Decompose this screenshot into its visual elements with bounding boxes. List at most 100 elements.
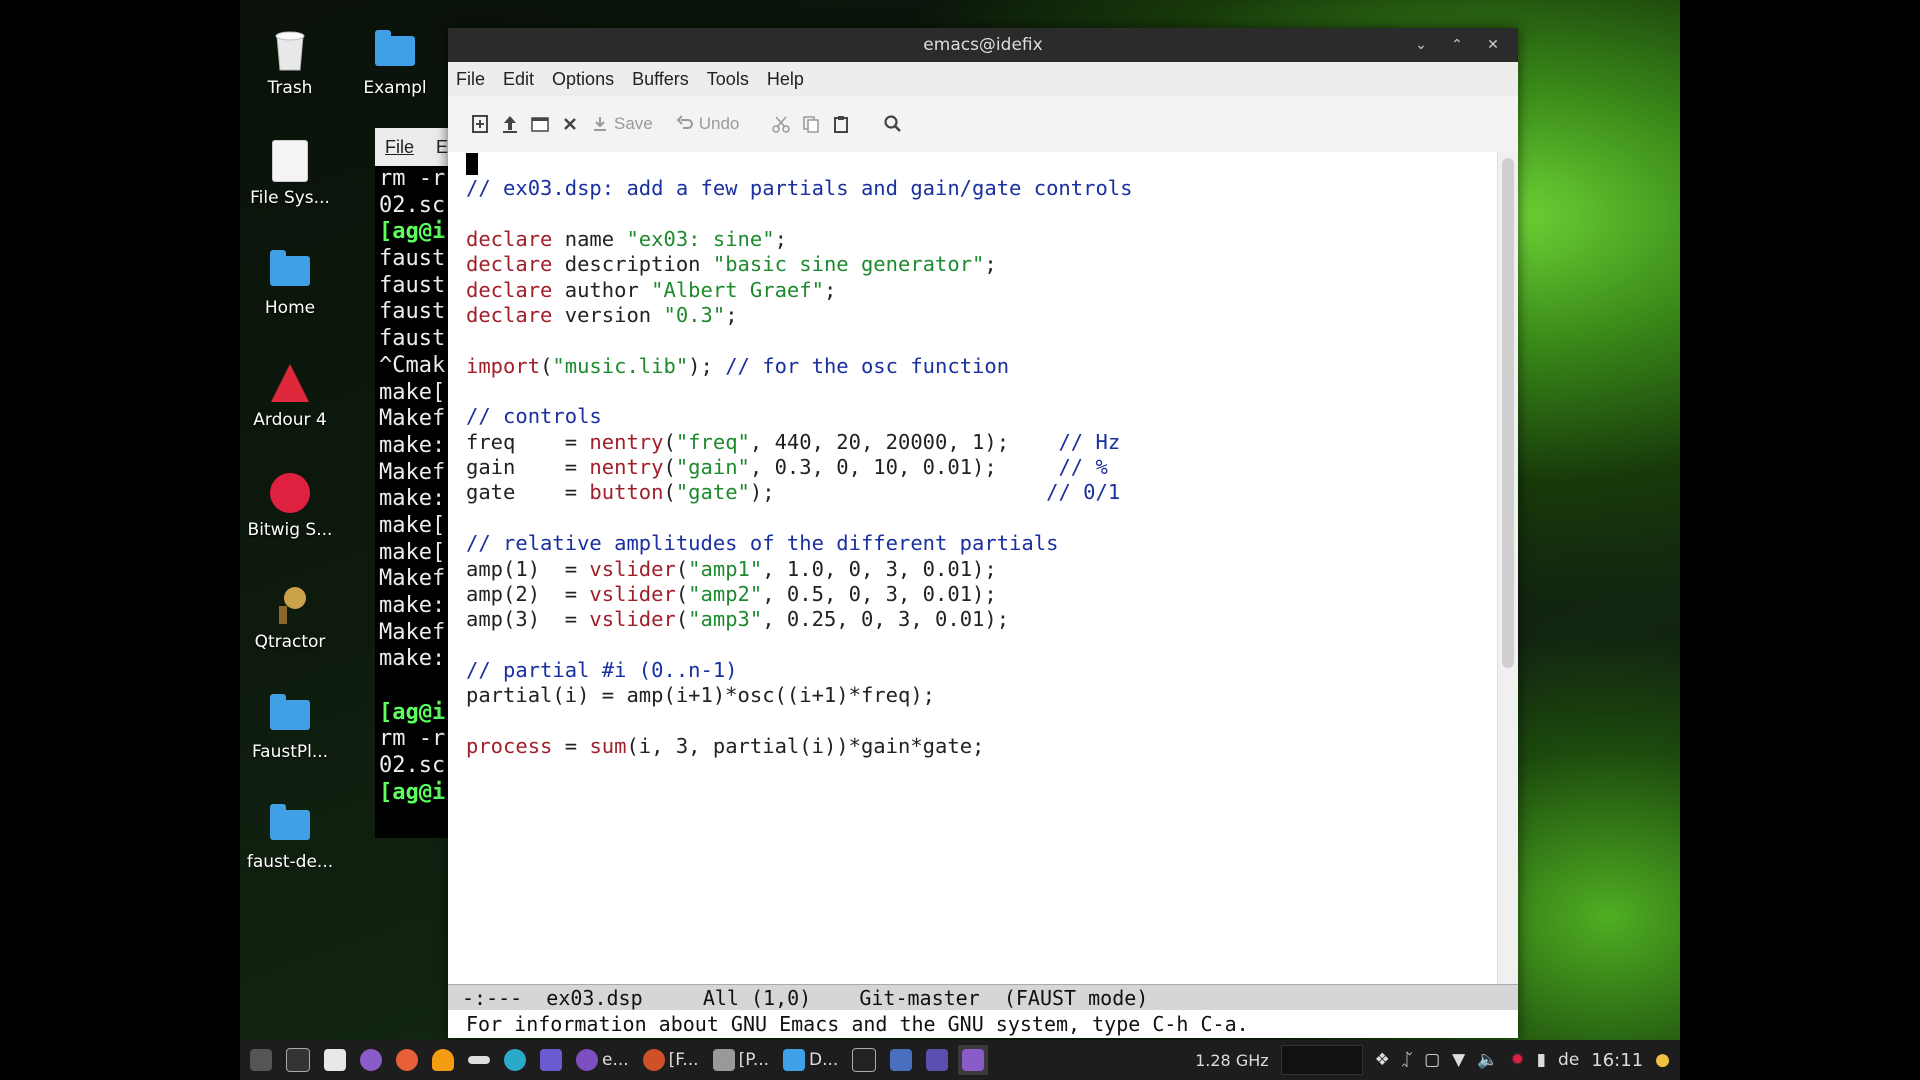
desktop-icon-examples[interactable]: Exampl <box>340 30 450 98</box>
undo-button[interactable]: Undo <box>675 109 740 139</box>
cpu-frequency: 1.28 GHz <box>1195 1050 1269 1070</box>
taskbar-item-window[interactable] <box>922 1045 952 1075</box>
emacs-menubar: File Edit Options Buffers Tools Help <box>448 62 1518 96</box>
taskbar-item-firefox[interactable]: [F... <box>639 1045 703 1075</box>
undo-label: Undo <box>698 114 740 133</box>
menu-tools[interactable]: Tools <box>707 69 749 90</box>
clipboard-icon[interactable]: ▢ <box>1424 1050 1440 1070</box>
audio-app-icon[interactable] <box>464 1045 494 1075</box>
open-file-icon[interactable] <box>500 109 520 139</box>
taskbar-item-files[interactable]: D... <box>779 1045 842 1075</box>
menu-help[interactable]: Help <box>767 69 804 90</box>
desktop-icon-faust-demos[interactable]: faust-de... <box>240 804 345 872</box>
desktop-icon-label: Home <box>264 298 316 318</box>
folder-icon <box>783 1049 806 1071</box>
desktop-icon-label: Trash <box>267 78 313 98</box>
code-line: amp(2) = vslider("amp2", 0.5, 0, 3, 0.01… <box>466 581 997 606</box>
terminal-icon <box>852 1048 877 1072</box>
volume-app-icon[interactable] <box>500 1045 530 1075</box>
code-line: // controls <box>466 404 602 429</box>
scrollbar-thumb[interactable] <box>1502 158 1514 668</box>
code-line: amp(3) = vslider("amp3", 0.25, 0, 3, 0.0… <box>466 607 1010 632</box>
desktop-icon-filesystem[interactable]: File Sys... <box>240 140 345 208</box>
search-icon[interactable] <box>883 109 903 139</box>
firefox-icon <box>642 1049 665 1071</box>
drive-icon <box>269 140 311 182</box>
menu-edit[interactable]: Edit <box>503 69 534 90</box>
desktop-icon-label: File Sys... <box>250 188 330 208</box>
taskbar-item-emacs-active[interactable] <box>958 1045 989 1075</box>
taskbar: e... [F... [P... D... 1.28 GHz ❖ ᛢ ▢ ▼ 🔈… <box>240 1040 1680 1080</box>
desktop-icon-faustplugins[interactable]: FaustPl... <box>240 694 345 762</box>
text-cursor <box>466 153 478 175</box>
desktop-icon-ardour[interactable]: Ardour 4 <box>240 362 345 430</box>
folder-icon <box>269 804 311 846</box>
window-icon <box>926 1049 949 1071</box>
emacs-titlebar[interactable]: emacs@idefix ⌄ ⌃ ✕ <box>448 28 1518 62</box>
minibuffer[interactable]: For information about GNU Emacs and the … <box>448 1010 1518 1038</box>
desktop: Trash Exampl File Sys... Home Ardour 4 B… <box>240 0 1680 1080</box>
open-directory-icon[interactable] <box>530 109 550 139</box>
code-line: partial(i) = amp(i+1)*osc((i+1)*freq); <box>466 683 935 708</box>
save-label: Save <box>614 114 653 133</box>
close-icon[interactable]: ✕ <box>1482 34 1504 56</box>
code-editor[interactable]: // ex03.dsp: add a few partials and gain… <box>448 152 1498 984</box>
new-file-icon[interactable] <box>470 109 490 139</box>
firefox-icon[interactable] <box>392 1045 422 1075</box>
maximize-icon[interactable]: ⌃ <box>1446 34 1468 56</box>
code-line: declare author "Albert Graef"; <box>466 277 837 302</box>
taskbar-item-emacs[interactable]: e... <box>572 1045 633 1075</box>
code-line: process = sum(i, 3, partial(i))*gain*gat… <box>466 733 985 758</box>
folder-icon <box>374 30 416 72</box>
update-icon[interactable]: ✹ <box>1510 1050 1524 1070</box>
vlc-icon[interactable] <box>428 1045 458 1075</box>
trash-icon <box>269 30 311 72</box>
code-lines: // ex03.dsp: add a few partials and gain… <box>466 152 1132 759</box>
battery-icon[interactable]: ▮ <box>1537 1050 1546 1070</box>
emacs-launcher-icon[interactable] <box>356 1045 386 1075</box>
file-manager-icon[interactable] <box>320 1045 350 1075</box>
desktop-icon-qtractor[interactable]: Qtractor <box>240 584 345 652</box>
save-button[interactable]: Save <box>590 109 653 139</box>
app-menu-icon[interactable] <box>246 1045 276 1075</box>
taskbar-item-screen[interactable] <box>886 1045 916 1075</box>
bluetooth-icon[interactable]: ᛢ <box>1402 1050 1412 1070</box>
code-line: // ex03.dsp: add a few partials and gain… <box>466 176 1133 201</box>
window-switcher-icon[interactable] <box>536 1045 566 1075</box>
terminal-menu-edit[interactable]: E <box>436 137 448 158</box>
emacs-window[interactable]: emacs@idefix ⌄ ⌃ ✕ File Edit Options Buf… <box>448 28 1518 1038</box>
code-line: import("music.lib"); // for the osc func… <box>466 353 1010 378</box>
desktop-icon-home[interactable]: Home <box>240 250 345 318</box>
taskbar-item-terminal[interactable] <box>848 1045 880 1075</box>
keyboard-layout[interactable]: de <box>1558 1050 1579 1070</box>
code-line: declare version "0.3"; <box>466 303 738 328</box>
desktop-icon-trash[interactable]: Trash <box>240 30 345 98</box>
kill-buffer-icon[interactable] <box>560 109 580 139</box>
taskbar-item-editor[interactable]: [P... <box>709 1045 773 1075</box>
qtractor-icon <box>269 584 311 626</box>
screen-icon <box>890 1049 913 1071</box>
copy-icon[interactable] <box>801 109 821 139</box>
system-tray: 1.28 GHz ❖ ᛢ ▢ ▼ 🔈 ✹ ▮ de 16:11 ● <box>1195 1040 1670 1080</box>
undo-icon <box>676 115 693 129</box>
volume-icon[interactable]: 🔈 <box>1477 1050 1498 1070</box>
code-line: // partial #i (0..n-1) <box>466 657 738 682</box>
dropbox-icon[interactable]: ❖ <box>1375 1050 1390 1070</box>
menu-options[interactable]: Options <box>552 69 614 90</box>
user-icon[interactable]: ● <box>1655 1050 1670 1070</box>
desktop-icon-bitwig[interactable]: Bitwig S... <box>240 472 345 540</box>
minimize-icon[interactable]: ⌄ <box>1410 34 1432 56</box>
menu-buffers[interactable]: Buffers <box>632 69 689 90</box>
window-title: emacs@idefix <box>923 35 1043 55</box>
paste-icon[interactable] <box>831 109 851 139</box>
cut-icon[interactable] <box>771 109 791 139</box>
menu-file[interactable]: File <box>456 69 485 90</box>
terminal-menu-file[interactable]: File <box>385 137 414 158</box>
desktop-icon-label: faust-de... <box>246 852 334 872</box>
desktop-icon-label: Qtractor <box>254 632 326 652</box>
clock[interactable]: 16:11 <box>1591 1050 1643 1071</box>
terminal-launcher-icon[interactable] <box>282 1045 314 1075</box>
wifi-icon[interactable]: ▼ <box>1452 1050 1465 1070</box>
editor-icon <box>712 1049 735 1071</box>
vertical-scrollbar[interactable] <box>1497 152 1518 984</box>
